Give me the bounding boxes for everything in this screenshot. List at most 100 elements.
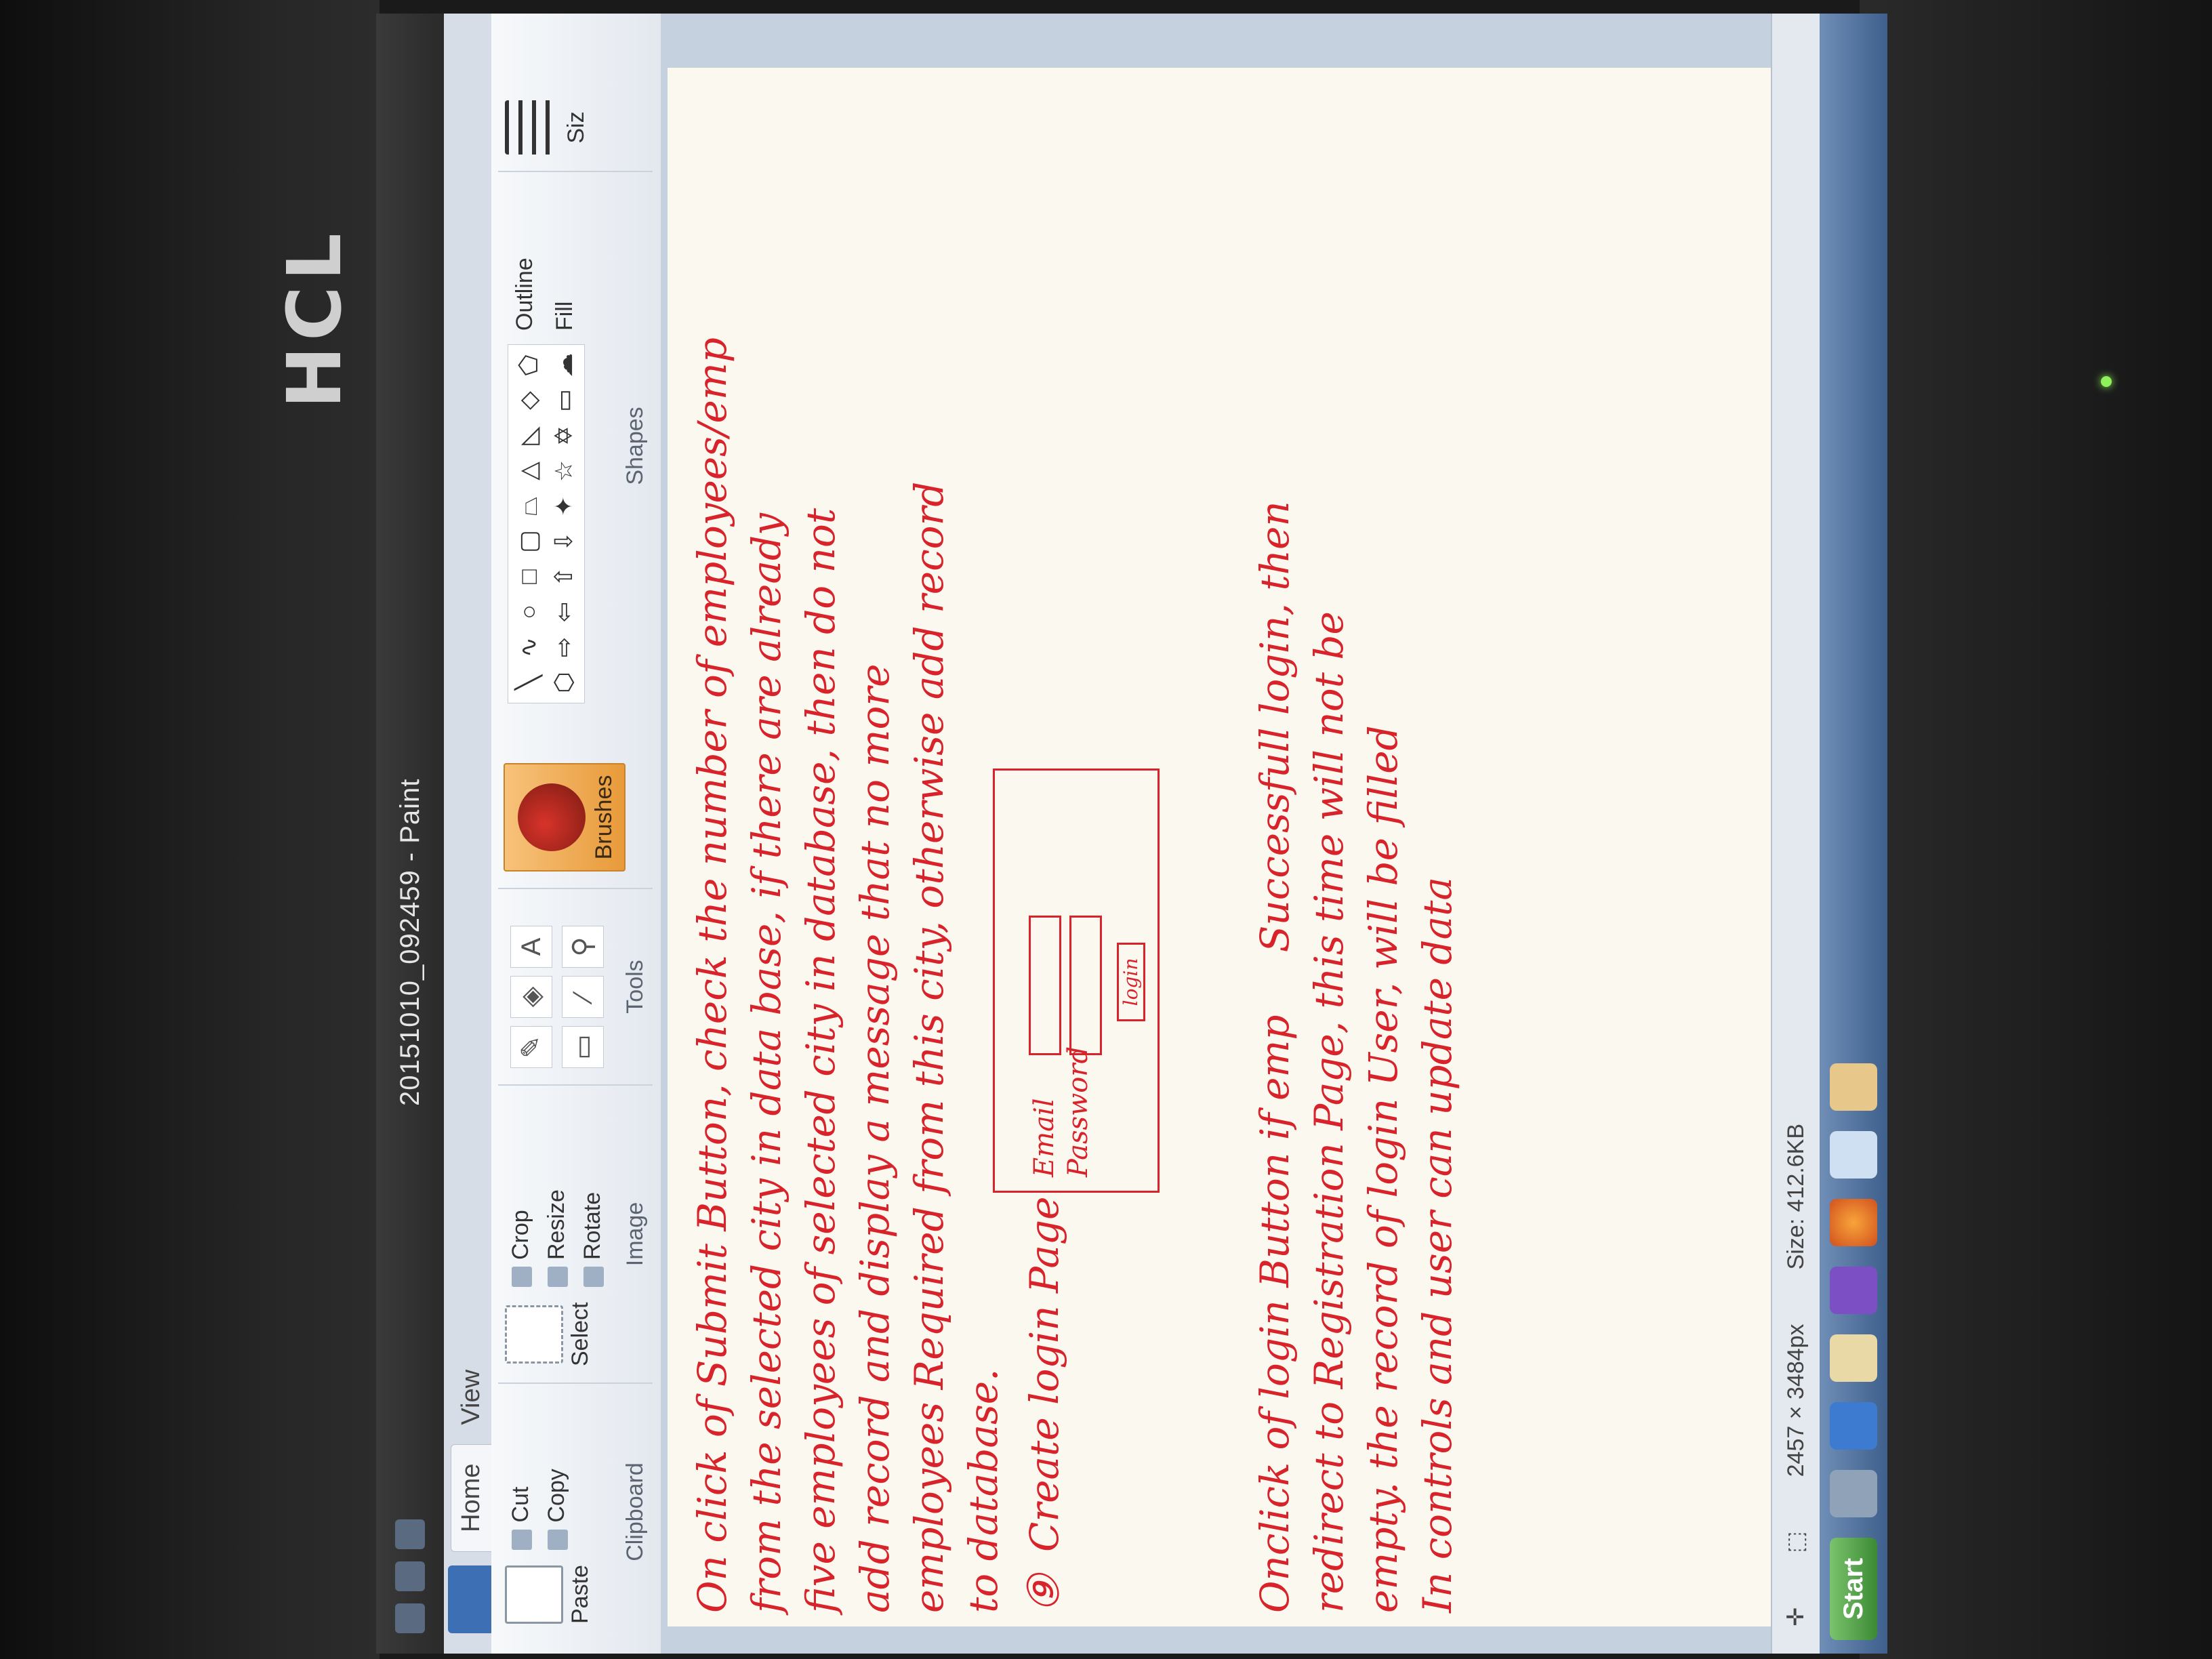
firefox-icon[interactable] [1830, 1198, 1877, 1246]
size-button[interactable]: Siz [505, 100, 590, 155]
login-button-sketch: login [1117, 943, 1145, 1021]
app-icon[interactable] [1830, 1401, 1877, 1450]
tools-group: ✎ ◈ A ▭ ⁄ ⚲ Tools [498, 888, 653, 1084]
password-label: Password [1063, 1046, 1094, 1177]
file-menu-button[interactable] [448, 1565, 491, 1633]
right-arrow-shape-icon[interactable]: ⇨ [549, 632, 579, 662]
taskbar: Start [1820, 14, 1887, 1654]
brushes-button[interactable]: Brushes [504, 763, 626, 872]
paste-label: Paste [567, 1565, 593, 1624]
oval-shape-icon[interactable]: ○ [514, 597, 544, 627]
undo-icon[interactable] [395, 1561, 425, 1591]
power-led [2101, 376, 2112, 387]
login-page-sketch: Email Password login [993, 769, 1160, 1193]
triangle-shape-icon[interactable]: △ [514, 456, 544, 486]
diamond-shape-icon[interactable]: ◇ [514, 386, 544, 415]
note-line-3: five employees of selected city in datab… [798, 508, 844, 1613]
tab-view[interactable]: View [451, 1351, 491, 1444]
password-field-sketch [1069, 916, 1102, 1055]
image-group: Select Crop Resize Rotate Image [498, 1084, 653, 1382]
eraser-icon[interactable]: ▭ [562, 1026, 604, 1068]
size-label: Siz [563, 111, 589, 144]
canvas-area: On click of Submit Button, check the num… [661, 14, 1833, 1654]
visual-studio-icon[interactable] [1830, 1266, 1877, 1314]
item-title: Create login Page [1021, 1196, 1067, 1552]
redo-icon[interactable] [395, 1519, 425, 1549]
network-icon[interactable] [1830, 1469, 1877, 1517]
polygon-shape-icon[interactable]: ⏢ [514, 491, 544, 521]
para2-line-1: Onclick of login Button if emp Successfu… [1252, 501, 1298, 1613]
pencil-icon[interactable]: ✎ [510, 1026, 552, 1068]
note-line-2: from the selected city in data base, if … [743, 513, 790, 1613]
item-number: ⑨ [1019, 1574, 1069, 1613]
brush-icon [518, 783, 586, 851]
paste-button[interactable]: Paste [505, 1565, 594, 1624]
save-icon[interactable] [395, 1603, 425, 1633]
paint-window: 20151010_092459 - Paint Home View Paste … [376, 14, 1887, 1654]
email-label: Email [1029, 1098, 1060, 1177]
line-shape-icon[interactable]: ╲ [514, 668, 544, 697]
size-group: Siz [498, 57, 653, 171]
image-dimensions: 2457 × 3484px [1782, 1324, 1809, 1477]
note-line-4: add record and display a message that no… [852, 663, 898, 1613]
paint-icon[interactable] [1830, 1063, 1877, 1111]
callout-shape-icon[interactable]: ▭ [549, 386, 579, 415]
rectangle-shape-icon[interactable]: □ [514, 562, 544, 592]
brushes-group: Brushes [498, 720, 653, 888]
six-point-star-shape-icon[interactable]: ✡ [549, 421, 579, 451]
shapes-gallery[interactable]: ╲ ∿ ○ □ ▢ ⏢ △ ◺ ◇ ⬠ ⬡ ⇨ ⇦ ⇧ ⇩ ✦ ☆ ✡ ▭ ☁ [508, 344, 585, 703]
tab-home[interactable]: Home [451, 1443, 491, 1552]
selection-size-icon: ⬚ [1783, 1531, 1809, 1553]
four-point-star-shape-icon[interactable]: ✦ [549, 491, 579, 521]
copy-button[interactable]: Copy [544, 1469, 570, 1549]
window-title: 20151010_092459 - Paint [394, 778, 425, 1106]
file-explorer-icon[interactable] [1830, 1334, 1877, 1382]
title-bar: 20151010_092459 - Paint [376, 14, 444, 1654]
email-field-sketch [1029, 916, 1061, 1055]
virtualbox-icon[interactable] [1830, 1130, 1877, 1179]
ribbon-tabs: Home View [444, 14, 491, 1654]
rotate-button[interactable]: Rotate [579, 1189, 606, 1287]
start-button[interactable]: Start [1830, 1537, 1877, 1640]
five-point-star-shape-icon[interactable]: ☆ [549, 456, 579, 486]
color-picker-icon[interactable]: ⁄ [562, 976, 604, 1018]
note-line-6: to database. [960, 1368, 1006, 1614]
right-triangle-shape-icon[interactable]: ◺ [514, 421, 544, 451]
select-icon [505, 1305, 563, 1364]
left-arrow-shape-icon[interactable]: ⇦ [549, 597, 579, 627]
quick-access-toolbar [395, 1499, 425, 1654]
drawing-canvas[interactable]: On click of Submit Button, check the num… [668, 68, 1833, 1626]
hexagon-shape-icon[interactable]: ⬡ [549, 668, 579, 697]
status-bar: ✛ ⬚ 2457 × 3484px Size: 412.6KB [1771, 14, 1820, 1654]
cut-button[interactable]: Cut [508, 1469, 534, 1549]
image-group-label: Image [622, 1202, 648, 1267]
cursor-position-icon: ✛ [1783, 1607, 1809, 1627]
tools-group-label: Tools [622, 960, 648, 1014]
curve-shape-icon[interactable]: ∿ [514, 632, 544, 662]
outline-button[interactable]: Outline [512, 258, 538, 331]
shapes-group-label: Shapes [622, 407, 648, 485]
line-width-icon [505, 100, 559, 155]
file-size: Size: 412.6KB [1782, 1123, 1809, 1270]
down-arrow-shape-icon[interactable]: ⇩ [549, 527, 579, 556]
shapes-group: ╲ ∿ ○ □ ▢ ⏢ △ ◺ ◇ ⬠ ⬡ ⇨ ⇦ ⇧ ⇩ ✦ ☆ ✡ ▭ ☁ … [498, 171, 653, 720]
brushes-label: Brushes [591, 775, 617, 860]
up-arrow-shape-icon[interactable]: ⇧ [549, 562, 579, 592]
crop-button[interactable]: Crop [508, 1189, 534, 1287]
pentagon-shape-icon[interactable]: ⬠ [514, 350, 544, 380]
text-tool-icon[interactable]: A [510, 926, 552, 968]
resize-button[interactable]: Resize [544, 1189, 570, 1287]
select-label: Select [567, 1302, 593, 1367]
rounded-rectangle-shape-icon[interactable]: ▢ [514, 527, 544, 556]
monitor-brand-logo: HCL [271, 228, 358, 409]
cloud-callout-shape-icon[interactable]: ☁ [549, 350, 579, 380]
para2-line-4: In controls and user can update data [1414, 877, 1460, 1613]
magnifier-icon[interactable]: ⚲ [562, 926, 604, 968]
fill-bucket-icon[interactable]: ◈ [510, 976, 552, 1018]
select-button[interactable]: Select [505, 1302, 594, 1367]
fill-button[interactable]: Fill [552, 258, 578, 331]
clipboard-group: Paste Cut Copy Clipboard [498, 1382, 653, 1640]
note-line-1: On click of Submit Button, check the num… [689, 337, 735, 1613]
note-line-5: employees Required from this city, other… [906, 481, 952, 1613]
clipboard-group-label: Clipboard [622, 1462, 648, 1561]
